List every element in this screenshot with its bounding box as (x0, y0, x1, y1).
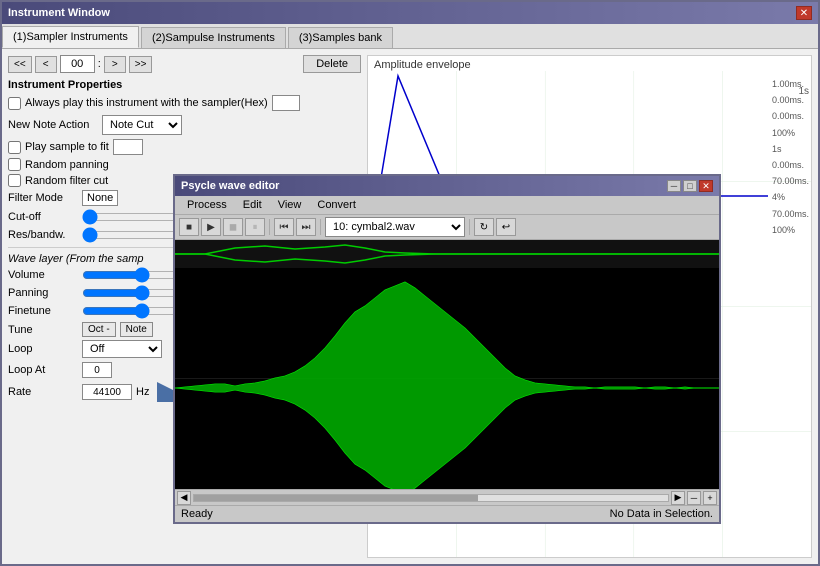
marker-9: 70.00ms. (772, 206, 809, 222)
finetune-label: Finetune (8, 305, 78, 317)
wave-editor: Psycle wave editor ─ □ ✕ Process Edit Vi… (173, 174, 721, 524)
cutoff-label: Cut-off (8, 211, 78, 223)
file-select[interactable]: 10: cymbal2.wav (325, 217, 465, 237)
wave-minimize-button[interactable]: ─ (667, 180, 681, 192)
overview-svg (175, 240, 719, 268)
scroll-thumb (194, 495, 478, 501)
loop-label: Loop (8, 343, 78, 355)
wave-menu-bar: Process Edit View Convert (175, 196, 719, 215)
tune-label: Tune (8, 324, 78, 336)
instrument-number[interactable]: 00 (60, 55, 95, 73)
wave-toolbar: ■ ▶ ◼ ⏸ ⏮ ⏭ 10: cymbal2.wav ↻ ↩ (175, 215, 719, 240)
play-sample-label: Play sample to fit (25, 141, 109, 153)
hex-input[interactable] (272, 95, 300, 111)
next-button[interactable]: > (104, 56, 126, 73)
wave-overview (175, 240, 719, 268)
rate-unit: Hz (136, 386, 149, 398)
menu-convert[interactable]: Convert (309, 198, 364, 212)
volume-label: Volume (8, 269, 78, 281)
record-button[interactable]: ◼ (223, 218, 243, 236)
note-button[interactable]: Note (120, 322, 153, 337)
status-left: Ready (181, 508, 213, 520)
loop-select[interactable]: Off On Ping-Pong (82, 340, 162, 358)
wave-scrollbar[interactable]: ◀ ▶ ─ + (175, 489, 719, 505)
random-panning-checkbox[interactable] (8, 158, 21, 171)
play-button[interactable]: ▶ (201, 218, 221, 236)
marker-1: 1.00ms. (772, 76, 809, 92)
random-filter-label: Random filter cut (25, 175, 108, 187)
title-bar: Instrument Window ✕ (2, 2, 818, 24)
prev-prev-button[interactable]: << (8, 56, 32, 73)
loop-icon-btn-2[interactable]: ↩ (496, 218, 516, 236)
random-filter-checkbox[interactable] (8, 174, 21, 187)
rate-value[interactable]: 44100 (82, 384, 132, 400)
new-note-row: New Note Action Note Cut Note Off Note F… (8, 115, 361, 135)
marker-6: 0.00ms. (772, 157, 809, 173)
wave-maximize-button[interactable]: □ (683, 180, 697, 192)
tab-sampler[interactable]: (1)Sampler Instruments (2, 26, 139, 48)
tab-samples[interactable]: (3)Samples bank (288, 27, 393, 48)
instrument-properties-label: Instrument Properties (8, 79, 361, 91)
random-panning-row: Random panning (8, 158, 361, 171)
zoom-minus-btn[interactable]: ─ (687, 491, 701, 505)
wave-status-bar: Ready No Data in Selection. (175, 505, 719, 522)
status-right: No Data in Selection. (610, 508, 713, 520)
pause-button[interactable]: ⏸ (245, 218, 265, 236)
play-sample-checkbox[interactable] (8, 141, 21, 154)
tab-sampulse[interactable]: (2)Sampulse Instruments (141, 27, 286, 48)
new-note-action-select[interactable]: Note Cut Note Off Note Fade None (102, 115, 182, 135)
marker-10: 100% (772, 222, 809, 238)
wave-close-button[interactable]: ✕ (699, 180, 713, 192)
marker-7: 70.00ms. (772, 173, 809, 189)
scroll-right-btn[interactable]: ▶ (671, 491, 685, 505)
menu-process[interactable]: Process (179, 198, 235, 212)
skip-start-button[interactable]: ⏮ (274, 218, 294, 236)
zoom-plus-btn[interactable]: + (703, 491, 717, 505)
always-play-checkbox[interactable] (8, 97, 21, 110)
oct-button[interactable]: Oct - (82, 322, 116, 337)
tabs-bar: (1)Sampler Instruments (2)Sampulse Instr… (2, 24, 818, 49)
marker-8: 4% (772, 189, 809, 205)
nav-controls: << < 00 : > >> Delete (8, 55, 361, 73)
wave-main-display (175, 268, 719, 489)
filter-mode-label: Filter Mode (8, 192, 78, 204)
scroll-left-btn[interactable]: ◀ (177, 491, 191, 505)
wave-title-bar: Psycle wave editor ─ □ ✕ (175, 176, 719, 196)
new-note-action-label: New Note Action (8, 119, 98, 131)
always-play-label: Always play this instrument with the sam… (25, 97, 268, 109)
always-play-row: Always play this instrument with the sam… (8, 95, 361, 111)
colon-sep: : (98, 58, 101, 70)
close-button[interactable]: ✕ (796, 6, 812, 20)
loop-icon-btn-1[interactable]: ↻ (474, 218, 494, 236)
panning-label: Panning (8, 287, 78, 299)
menu-edit[interactable]: Edit (235, 198, 270, 212)
wave-main-svg (175, 268, 719, 489)
delete-button[interactable]: Delete (303, 55, 361, 73)
toolbar-sep-1 (269, 219, 270, 235)
toolbar-sep-2 (320, 219, 321, 235)
marker-5: 1s (772, 141, 809, 157)
random-panning-label: Random panning (25, 159, 109, 171)
marker-4: 100% (772, 125, 809, 141)
next-next-button[interactable]: >> (129, 56, 153, 73)
marker-3: 0.00ms. (772, 108, 809, 124)
skip-end-button[interactable]: ⏭ (296, 218, 316, 236)
stop-button[interactable]: ■ (179, 218, 199, 236)
window-title: Instrument Window (8, 7, 110, 19)
prev-button[interactable]: < (35, 56, 57, 73)
wave-editor-title: Psycle wave editor (181, 180, 279, 192)
scroll-track[interactable] (193, 494, 669, 502)
toolbar-sep-3 (469, 219, 470, 235)
rate-label: Rate (8, 386, 78, 398)
marker-2: 0.00ms. (772, 92, 809, 108)
wave-window-buttons: ─ □ ✕ (667, 180, 713, 192)
amplitude-label: Amplitude envelope (374, 59, 471, 71)
play-sample-value[interactable]: 16 (113, 139, 143, 155)
filter-mode-value: None (82, 190, 118, 206)
menu-view[interactable]: View (270, 198, 310, 212)
resbandw-label: Res/bandw. (8, 229, 78, 241)
play-sample-row: Play sample to fit 16 (8, 139, 361, 155)
loop-at-label: Loop At (8, 364, 78, 376)
loop-at-value[interactable]: 0 (82, 362, 112, 378)
